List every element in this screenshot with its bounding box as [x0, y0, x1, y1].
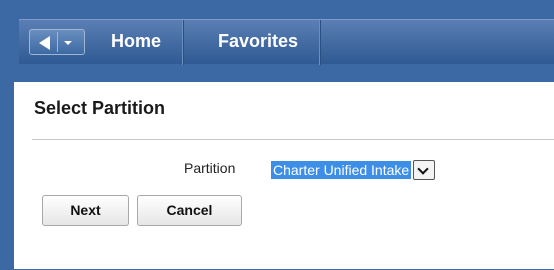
history-dropdown-icon[interactable]: [64, 41, 72, 45]
partition-dropdown-button[interactable]: [413, 160, 436, 180]
partition-selected-value[interactable]: Charter Unified Intake: [271, 161, 412, 179]
nav-menu: Home Favorites: [19, 19, 554, 65]
back-arrow-icon[interactable]: [39, 36, 50, 50]
next-button[interactable]: Next: [42, 195, 129, 226]
top-navigation-bar: Home Favorites: [0, 0, 554, 82]
page-title: Select Partition: [34, 98, 166, 118]
partition-select[interactable]: Charter Unified Intake: [271, 160, 436, 180]
chevron-down-icon: [417, 163, 429, 175]
nav-home[interactable]: Home: [89, 20, 185, 65]
back-button-separator: [57, 32, 58, 52]
cancel-button[interactable]: Cancel: [137, 195, 242, 226]
nav-favorites[interactable]: Favorites: [196, 20, 322, 65]
back-button[interactable]: [29, 29, 85, 55]
title-divider: [32, 139, 554, 140]
partition-label: Partition: [184, 160, 236, 176]
